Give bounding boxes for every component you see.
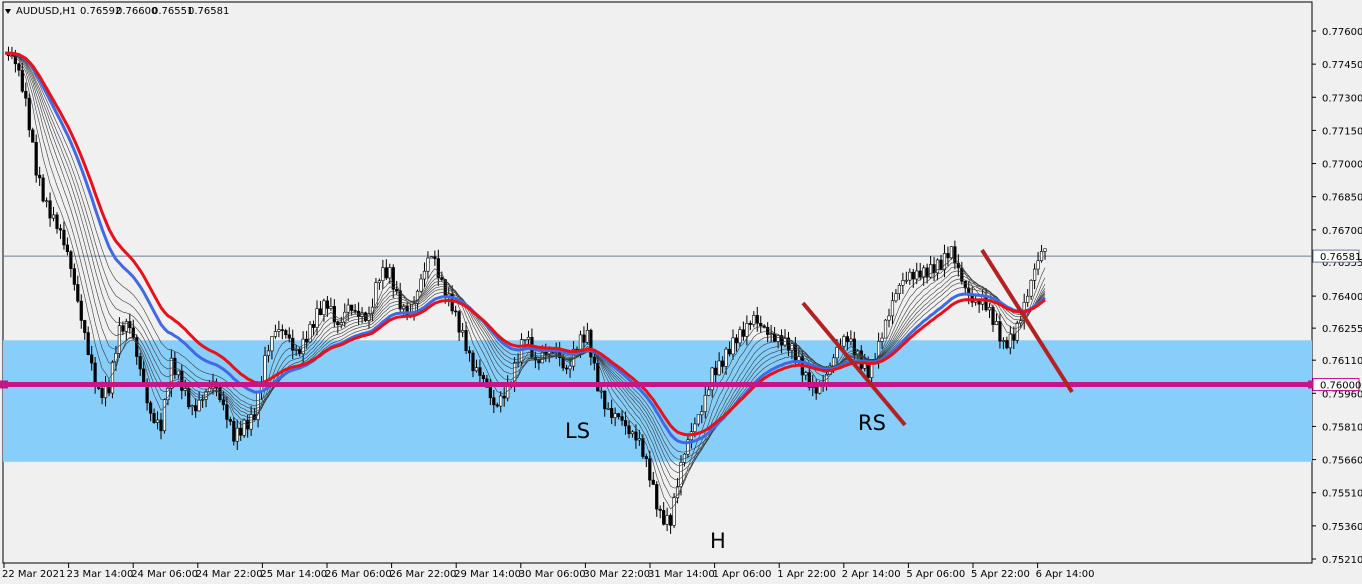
candle <box>374 277 378 308</box>
price-tick-label: 0.77600 <box>1322 27 1362 38</box>
chart-window[interactable]: LS H RS AUDUSD,H1 0.76592 0.76600 0.7655… <box>0 0 1362 584</box>
price-tick-label: 0.75210 <box>1322 555 1362 566</box>
price-tick-label: 0.77150 <box>1322 126 1362 137</box>
time-tick-label: 25 Mar 14:00 <box>260 569 327 580</box>
price-tick-label: 0.76700 <box>1322 226 1362 237</box>
candle <box>232 417 236 446</box>
price-tick-label: 0.77300 <box>1322 93 1362 104</box>
price-tick-label: 0.75660 <box>1322 456 1362 467</box>
candle <box>949 246 953 260</box>
candle <box>41 174 45 203</box>
time-tick-label: 1 Apr 06:00 <box>713 569 772 580</box>
candle <box>429 256 434 259</box>
time-tick-label: 24 Mar 06:00 <box>131 569 198 580</box>
price-tick-label: 0.76400 <box>1322 292 1362 303</box>
time-tick-label: 26 Mar 22:00 <box>390 569 457 580</box>
time-tick-label: 5 Apr 22:00 <box>971 569 1030 580</box>
level-handle-left[interactable] <box>0 380 8 389</box>
current-price-label: 0.76581 <box>1320 252 1361 263</box>
time-tick-label: 2 Apr 14:00 <box>842 569 901 580</box>
price-tick-label: 0.76110 <box>1322 356 1362 367</box>
time-tick-label: 23 Mar 14:00 <box>67 569 134 580</box>
right-shoulder-label: RS <box>858 411 886 435</box>
time-tick-label: 26 Mar 06:00 <box>325 569 392 580</box>
left-shoulder-label: LS <box>565 419 590 443</box>
head-label: H <box>710 529 726 553</box>
candle <box>672 493 676 529</box>
time-tick-label: 6 Apr 14:00 <box>1036 569 1095 580</box>
level-price-label: 0.76000 <box>1320 380 1361 391</box>
candle <box>110 360 115 399</box>
price-tick-label: 0.77450 <box>1322 60 1362 71</box>
price-tick-label: 0.76255 <box>1322 324 1362 335</box>
time-tick-label: 5 Apr 06:00 <box>906 569 965 580</box>
time-tick-label: 31 Mar 14:00 <box>648 569 715 580</box>
price-tick-label: 0.75810 <box>1322 422 1362 433</box>
price-tick-label: 0.77000 <box>1322 160 1362 171</box>
time-tick-label: 30 Mar 22:00 <box>583 569 650 580</box>
candle <box>31 127 35 143</box>
price-tick-label: 0.75360 <box>1322 522 1362 533</box>
time-tick-label: 29 Mar 14:00 <box>454 569 521 580</box>
candle <box>242 418 246 438</box>
time-tick-label: 30 Mar 06:00 <box>519 569 586 580</box>
candle <box>883 319 888 339</box>
chart-header: AUDUSD,H1 0.76592 0.76600 0.76551 0.7658… <box>5 6 229 17</box>
symbol-label: AUDUSD,H1 <box>16 6 76 17</box>
candle <box>162 398 167 434</box>
close-value: 0.76581 <box>188 6 229 17</box>
time-tick-label: 1 Apr 22:00 <box>777 569 836 580</box>
price-chart[interactable]: LS H RS AUDUSD,H1 0.76592 0.76600 0.7655… <box>0 0 1362 584</box>
price-tick-label: 0.76850 <box>1322 193 1362 204</box>
price-tick-label: 0.75510 <box>1322 489 1362 500</box>
time-tick-label: 24 Mar 22:00 <box>196 569 263 580</box>
time-tick-label: 22 Mar 2021 <box>2 569 65 580</box>
